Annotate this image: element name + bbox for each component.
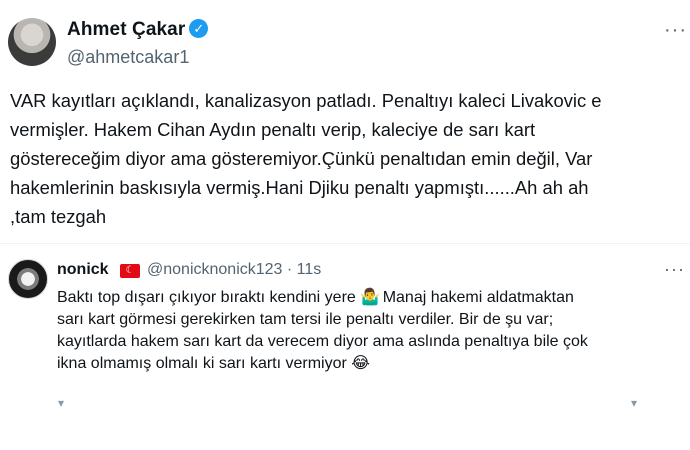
- reply-more-options-icon[interactable]: ···: [664, 259, 685, 280]
- reply-text-line: kayıtlarda hakem sarı kart da verecem di…: [57, 333, 588, 350]
- author-avatar[interactable]: [8, 18, 56, 66]
- reply-text-line: sarı kart görmesi gerekirken tam tersi i…: [57, 311, 554, 328]
- reply-handle-timestamp[interactable]: @nonicknonick123 · 11s: [147, 261, 321, 279]
- author-handle[interactable]: @ahmetcakar1: [67, 47, 189, 68]
- reply-author-name[interactable]: nonick: [57, 261, 109, 279]
- reply-text-line: Baktı top dışarı çıkıyor bıraktı kendini…: [57, 287, 682, 309]
- reply-action-icon[interactable]: ▾: [58, 396, 68, 410]
- author-name-text[interactable]: Ahmet Çakar: [67, 19, 185, 40]
- reply-text: Baktı top dışarı çıkıyor bıraktı kendini…: [57, 287, 682, 375]
- tweet-text-line: ,tam tezgah: [10, 206, 107, 227]
- tweet-text: VAR kayıtları açıklandı, kanalizasyon pa…: [10, 86, 682, 231]
- person-shrugging-emoji-icon: 🤷‍♂️: [360, 289, 381, 306]
- verified-badge-icon: ✓: [189, 19, 209, 38]
- laughing-emoji-icon: 😂: [351, 355, 370, 372]
- more-options-icon[interactable]: ···: [664, 19, 687, 42]
- reply-text-segment: ikna olmamış olmalı ki sarı kartı vermiy…: [57, 355, 347, 372]
- reply-text-line: ikna olmamış olmalı ki sarı kartı vermiy…: [57, 353, 682, 375]
- tweet-text-line: vermişler. Hakem Cihan Aydın penaltı ver…: [10, 119, 536, 140]
- reply-text-segment: Baktı top dışarı çıkıyor bıraktı kendini…: [57, 289, 356, 306]
- share-action-icon[interactable]: ▾: [631, 396, 641, 410]
- tweet-text-line: göstereceğim diyor ama gösteremiyor.Çünk…: [10, 148, 593, 169]
- turkey-flag-icon: ☾: [120, 264, 140, 278]
- author-name[interactable]: Ahmet Çakar ✓: [67, 19, 209, 41]
- divider: [0, 243, 690, 244]
- reply-text-segment: Manaj hakemi aldatmaktan: [382, 289, 574, 306]
- tweet-text-line: hakemlerinin baskısıyla vermiş.Hani Djik…: [10, 177, 589, 198]
- reply-author-avatar[interactable]: [8, 259, 48, 299]
- tweet-text-line: VAR kayıtları açıklandı, kanalizasyon pa…: [10, 90, 602, 111]
